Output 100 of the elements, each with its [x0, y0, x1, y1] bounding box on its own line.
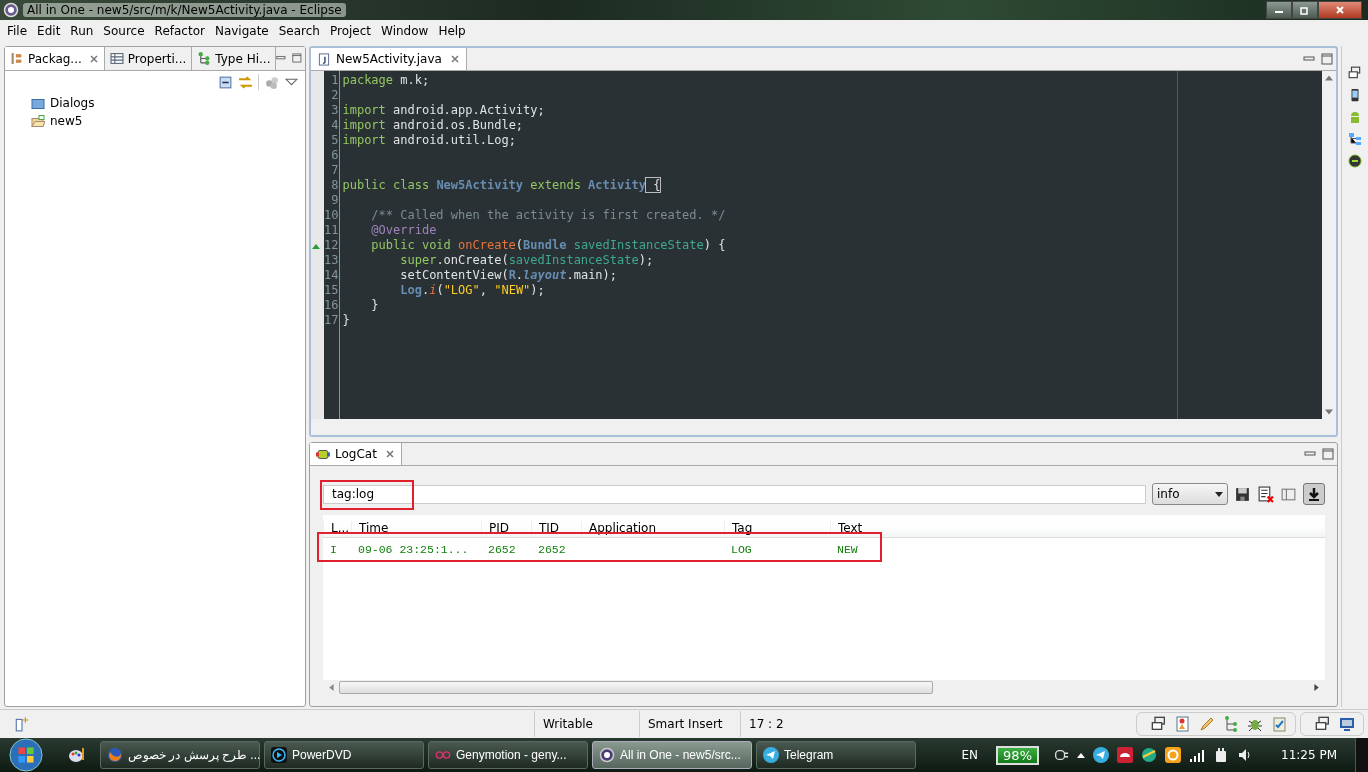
menu-item[interactable]: Help	[433, 24, 471, 38]
link-arrows-icon[interactable]	[238, 74, 253, 90]
show-hidden-icon[interactable]	[1077, 752, 1085, 758]
code-line: /** Called when the activity is first created. */	[370, 208, 726, 222]
menu-item[interactable]: Search	[273, 24, 325, 38]
restore-icon[interactable]	[1315, 716, 1331, 732]
scroll-right-icon[interactable]	[1313, 683, 1321, 691]
save-icon[interactable]	[1234, 485, 1251, 503]
palette-icon[interactable]	[68, 746, 86, 764]
close-icon[interactable]	[449, 54, 460, 64]
target-icon[interactable]	[1165, 747, 1181, 763]
monitor-icon[interactable]	[1339, 716, 1355, 732]
column-header[interactable]: Application	[581, 521, 724, 537]
table-cell: 2652	[488, 542, 516, 556]
close-button[interactable]	[1318, 1, 1362, 19]
signal-icon[interactable]	[1189, 747, 1205, 763]
paper-plane-icon	[763, 747, 779, 763]
restore-button[interactable]	[1292, 1, 1318, 19]
clear-log-icon[interactable]	[1257, 485, 1274, 503]
power-plug-icon[interactable]	[1213, 747, 1229, 763]
menu-item[interactable]: File	[2, 24, 33, 38]
show-desktop-button[interactable]	[1355, 738, 1368, 772]
hierarchy-icon	[197, 52, 212, 65]
pencil-icon[interactable]	[1199, 716, 1215, 732]
start-button-icon[interactable]	[8, 738, 44, 772]
eclipse-logo-icon	[3, 2, 19, 18]
column-header[interactable]: L...	[323, 521, 351, 537]
level-dropdown[interactable]: info	[1152, 483, 1228, 505]
table-cell: NEW	[837, 542, 858, 556]
maximize-icon[interactable]	[1322, 448, 1334, 460]
hierarchy-icon[interactable]	[1223, 716, 1239, 732]
editor-tab[interactable]: New5Activity.java	[311, 48, 467, 70]
menu-item[interactable]: Window	[376, 24, 434, 38]
scroll-up-icon[interactable]	[1325, 74, 1333, 81]
taskbar-button[interactable]: طرح پرسش در خصوص ...	[100, 741, 260, 769]
table-cell: LOG	[731, 542, 752, 556]
close-icon[interactable]	[88, 53, 99, 64]
line-number: 16	[324, 298, 340, 313]
taskbar-button[interactable]: PowerDVD	[264, 741, 424, 769]
line-number: 9	[330, 193, 340, 208]
battery-meter[interactable]: 98%	[996, 745, 1039, 765]
taskbar-button[interactable]: Genymotion - geny...	[428, 741, 588, 769]
taskbar-button[interactable]: Telegram	[756, 741, 916, 769]
close-icon[interactable]	[384, 449, 395, 459]
folder-icon	[31, 96, 45, 110]
clock[interactable]: 11:25 PM	[1281, 748, 1337, 762]
line-number: 4	[330, 118, 340, 133]
collapse-all-icon[interactable]	[218, 74, 233, 90]
line-number: 6	[330, 148, 340, 163]
column-header[interactable]: Tag	[724, 521, 830, 537]
caret-icon	[1215, 491, 1223, 497]
menu-item[interactable]: Project	[325, 24, 377, 38]
restore-icon[interactable]	[1151, 716, 1167, 732]
open-folder-icon	[31, 114, 45, 128]
column-header[interactable]: TID	[531, 521, 581, 537]
table-cell: 09-06 23:25:1...	[358, 542, 469, 556]
new-view-icon[interactable]	[14, 716, 30, 732]
filter-field[interactable]: tag:log	[323, 484, 1146, 504]
menu-item[interactable]: Edit	[32, 24, 66, 38]
scroll-left-icon[interactable]	[327, 683, 335, 691]
column-header[interactable]: Time	[351, 521, 481, 537]
plug-icon[interactable]	[1053, 747, 1069, 763]
dots-icon[interactable]	[264, 74, 279, 90]
globe-icon[interactable]	[1141, 747, 1157, 763]
column-header[interactable]: PID	[481, 521, 531, 537]
breakpoint-icon[interactable]	[1175, 716, 1191, 732]
status-field: Smart Insert	[639, 711, 740, 737]
line-number: 2	[330, 88, 340, 103]
maximize-icon[interactable]	[1321, 53, 1333, 65]
table-icon	[109, 52, 124, 65]
scroll-lock-button[interactable]	[1303, 483, 1325, 505]
scroll-down-icon[interactable]	[1325, 409, 1333, 416]
scrollbar-thumb[interactable]	[339, 680, 933, 694]
log-row[interactable]: I 09-06 23:25:1... 2652 2652 LOG NEW	[323, 538, 1325, 560]
view-tab[interactable]: Packag...	[5, 47, 105, 70]
android-icon	[316, 447, 330, 461]
globe-icon	[107, 747, 123, 763]
menu-item[interactable]: Refactor	[149, 24, 210, 38]
language-indicator[interactable]: EN	[961, 748, 979, 762]
line-number: 3	[330, 103, 340, 118]
menu-item[interactable]: Run	[65, 24, 99, 38]
column-header[interactable]: Text	[830, 521, 910, 537]
taskbar-button[interactable]: All in One - new5/src...	[592, 741, 752, 769]
menu-item[interactable]: Navigate	[209, 24, 274, 38]
maximize-icon[interactable]	[292, 52, 302, 64]
tree-item[interactable]: new5	[31, 112, 305, 130]
tree-item[interactable]: Dialogs	[31, 94, 305, 112]
restore-icon[interactable]	[1348, 66, 1362, 80]
car-icon[interactable]	[1117, 747, 1133, 763]
minimize-button[interactable]	[1266, 1, 1292, 19]
speaker-icon[interactable]	[1237, 747, 1253, 763]
view-tab[interactable]: LogCat	[310, 443, 402, 465]
code-line: setContentView(R.layout.main);	[399, 268, 618, 282]
menu-item[interactable]: Source	[98, 24, 150, 38]
tree-view-icon[interactable]	[1348, 132, 1362, 146]
line-number: 17	[324, 313, 340, 328]
code-line: import android.util.Log;	[342, 133, 516, 147]
clipboard-check-icon[interactable]	[1271, 716, 1287, 732]
paper-plane-icon[interactable]	[1093, 747, 1109, 763]
device-monitor-icon[interactable]	[1348, 154, 1362, 168]
